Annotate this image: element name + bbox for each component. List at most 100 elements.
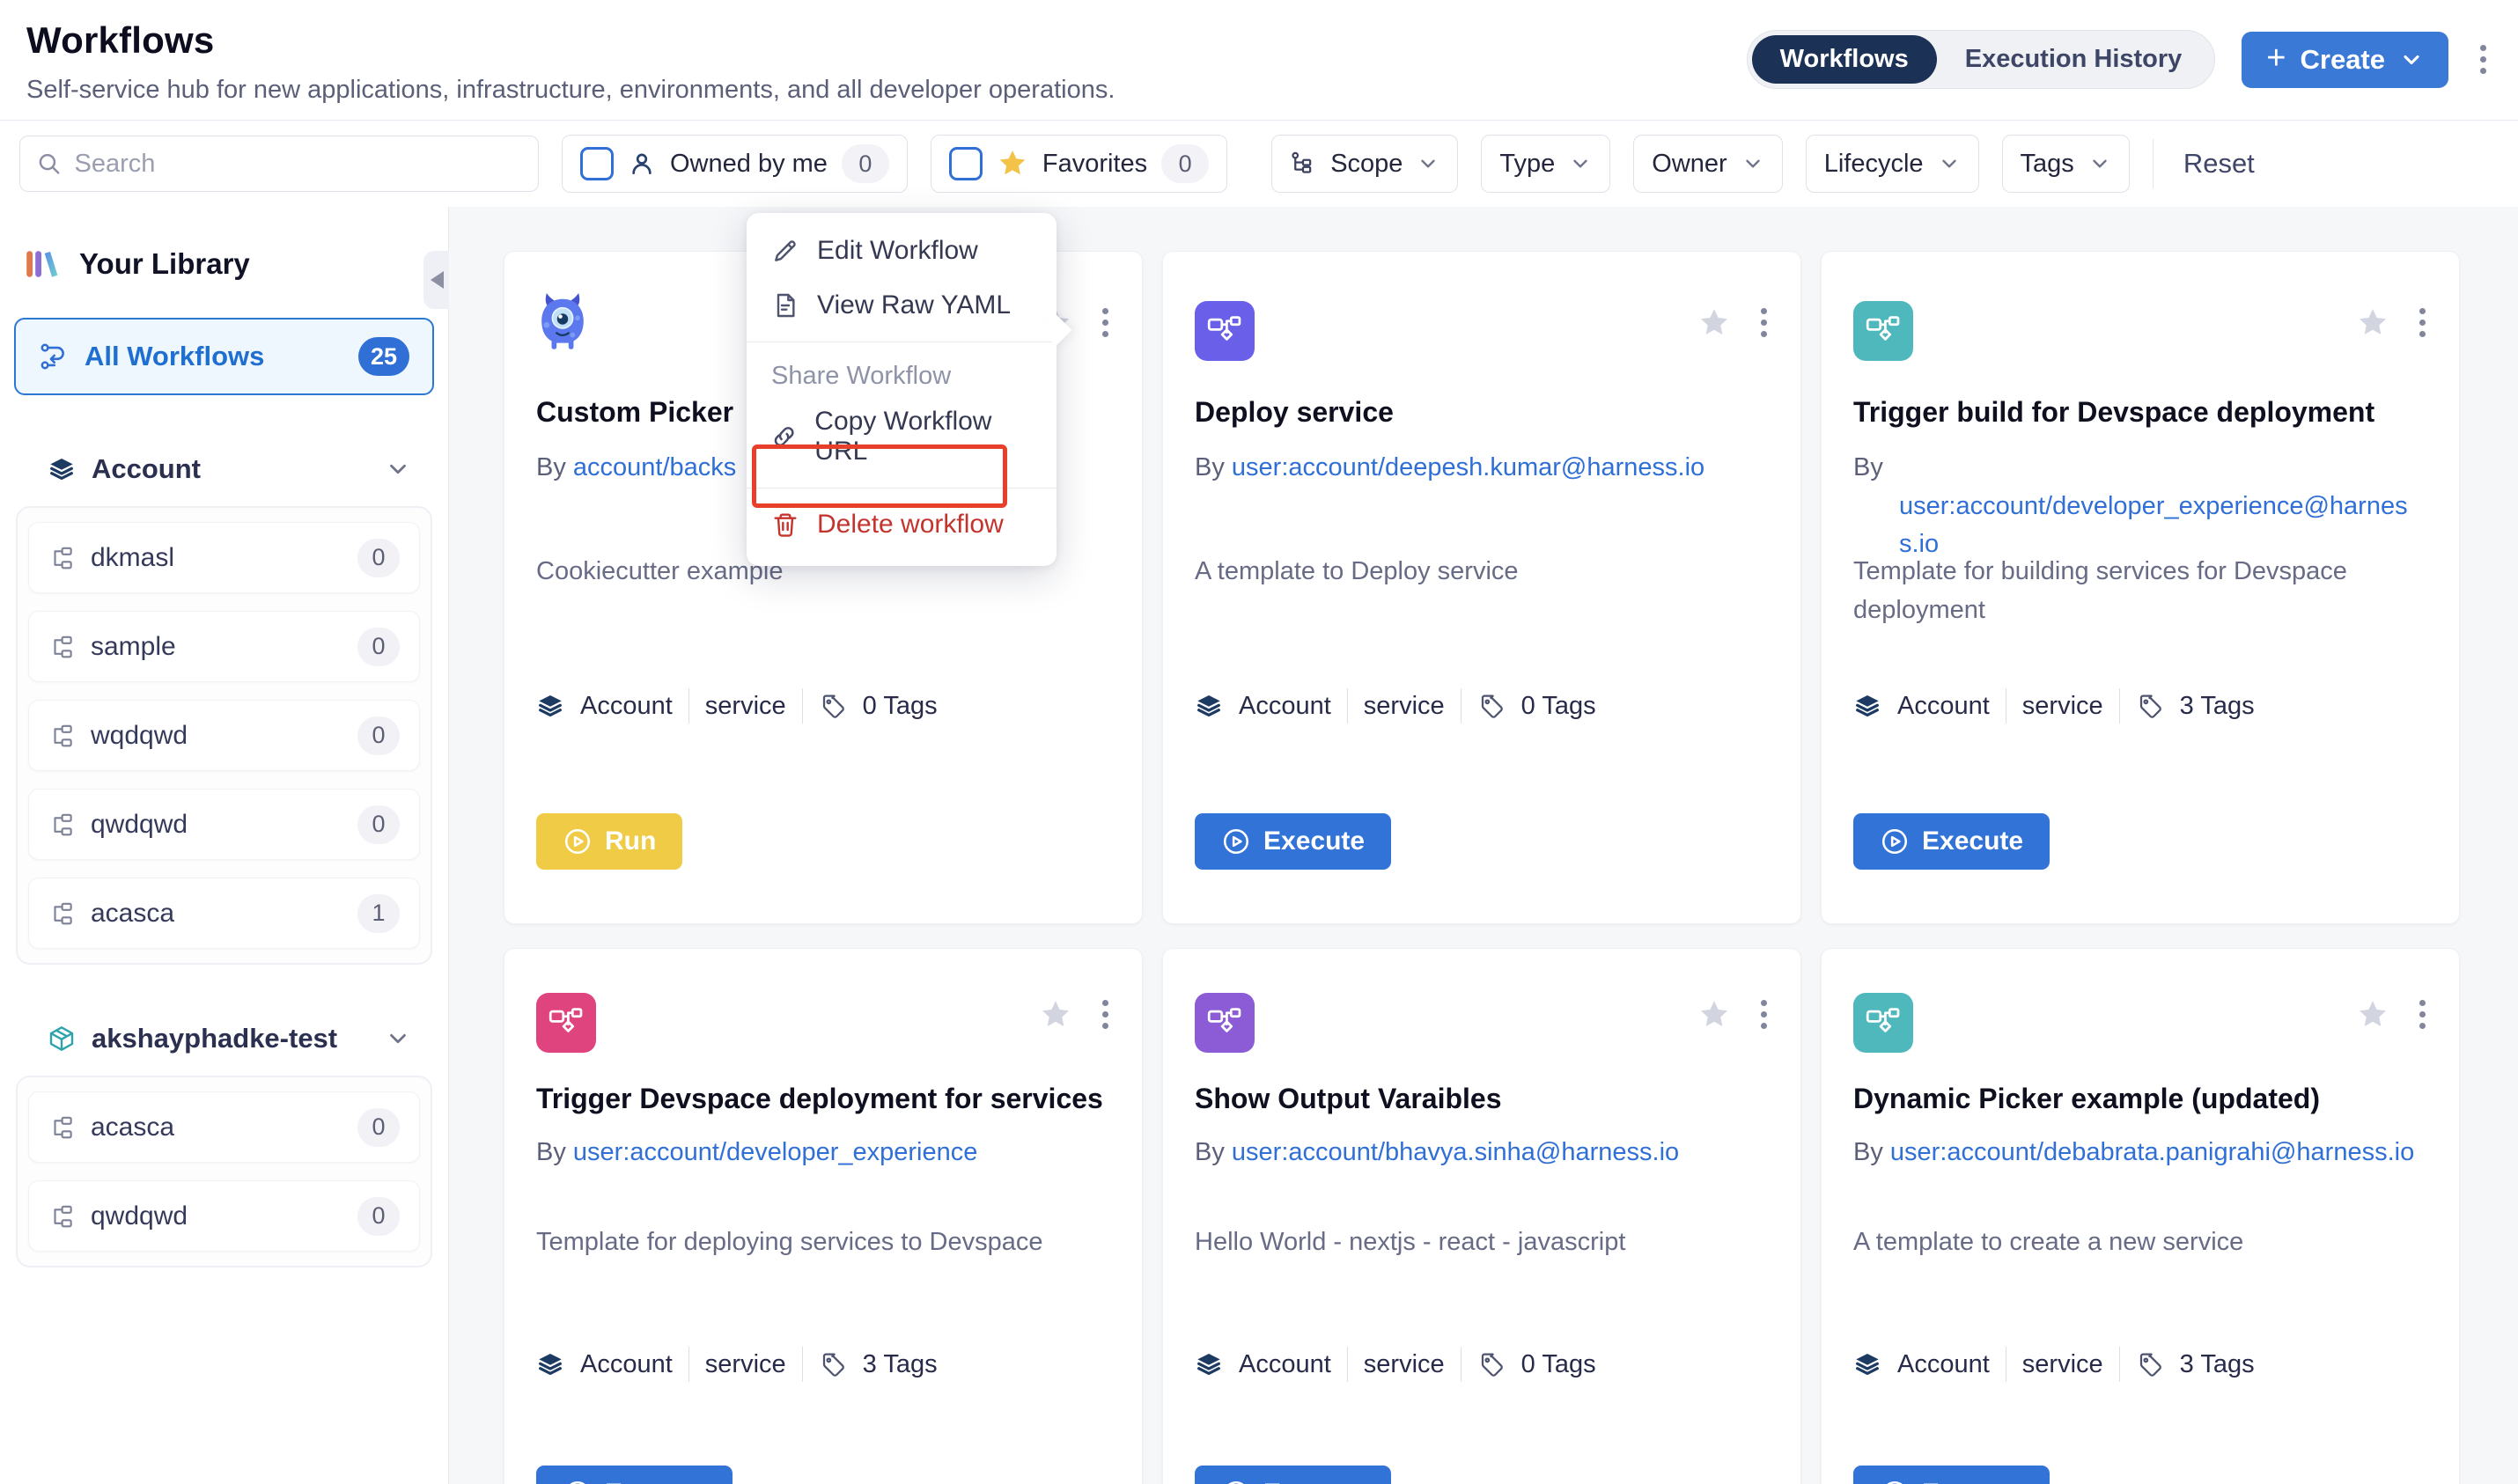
search-input[interactable] [74,150,522,179]
filter-bar: Owned by me 0 Favorites 0 Scope Type Own… [0,121,2518,207]
sidebar-item-count: 0 [357,716,400,755]
workflow-tile-icon [1195,301,1255,361]
scope-value: Account [1897,1350,1990,1379]
link-icon [771,422,797,451]
sidebar-group-items: dkmasl 0 sample 0 wqdqwd 0 qwdqwd 0 acas… [16,506,432,965]
card-kebab-icon[interactable] [1097,303,1114,342]
scope-value: Account [1897,692,1990,721]
sidebar-item-count: 0 [357,1108,400,1147]
favorites-filter[interactable]: Favorites 0 [931,135,1227,193]
sidebar-item-acasca[interactable]: acasca 1 [28,878,420,949]
owned-by-me-filter[interactable]: Owned by me 0 [562,135,908,193]
workflow-card: Trigger build for Devspace deployment By… [1821,251,2460,924]
workflow-card: Deploy service By user:account/deepesh.k… [1162,251,1801,924]
menu-item-delete-workflow[interactable]: Delete workflow [747,497,1057,552]
chevron-down-icon [1741,152,1764,175]
workflow-tile-icon [536,993,596,1053]
type-value: service [2022,1350,2103,1379]
sidebar-item-count: 1 [357,894,400,933]
flow-item-icon [48,812,75,838]
favorite-star-icon[interactable] [1039,998,1072,1032]
menu-item-edit-workflow[interactable]: Edit Workflow [747,224,1057,278]
card-action-label: Execute [1263,1479,1365,1484]
menu-item-copy-workflow-url[interactable]: Copy Workflow URL [747,394,1057,479]
card-kebab-icon[interactable] [2414,303,2431,342]
menu-item-view-raw-yaml[interactable]: View Raw YAML [747,278,1057,333]
sidebar-item-count: 0 [357,539,400,577]
author-link[interactable]: user:account/debabrata.panigrahi@harness… [1890,1138,2414,1166]
execute-button[interactable]: Execute [1195,1466,1391,1484]
favorite-star-icon[interactable] [2356,998,2389,1032]
sidebar-group-akshayphadke-test[interactable]: akshayphadke-test [0,1014,448,1063]
sidebar-item-acasca[interactable]: acasca 0 [28,1091,420,1163]
scope-value: Account [1239,692,1331,721]
tags-dropdown[interactable]: Tags [2002,135,2130,193]
tag-icon [819,1350,847,1378]
scope-value: Account [1239,1350,1331,1379]
header-kebab-icon[interactable] [2475,40,2492,79]
type-label: Type [1499,150,1555,179]
create-button[interactable]: + Create [2242,32,2448,88]
sidebar-collapse-button[interactable] [423,251,450,309]
card-kebab-icon[interactable] [2414,995,2431,1034]
author-link[interactable]: account/backs [573,453,736,481]
tags-value: 3 Tags [2180,1350,2255,1379]
all-workflows-label: All Workflows [85,341,342,372]
sidebar-item-sample[interactable]: sample 0 [28,611,420,682]
tab-workflows[interactable]: Workflows [1752,35,1937,84]
sidebar-item-wqdqwd[interactable]: wqdqwd 0 [28,700,420,771]
header-actions: Workflows Execution History + Create [1747,30,2492,89]
scope-dropdown[interactable]: Scope [1271,135,1458,193]
reset-button[interactable]: Reset [2176,148,2262,180]
sidebar-item-dkmasl[interactable]: dkmasl 0 [28,522,420,593]
collapse-arrow-icon [431,271,444,289]
type-dropdown[interactable]: Type [1481,135,1610,193]
tag-icon [819,692,847,720]
sidebar-item-count: 0 [357,628,400,666]
card-kebab-icon[interactable] [1756,303,1772,342]
search-box[interactable] [19,136,539,192]
lifecycle-dropdown[interactable]: Lifecycle [1806,135,1979,193]
tab-execution-history[interactable]: Execution History [1937,35,2211,84]
favorite-star-icon[interactable] [1697,306,1731,340]
author-link[interactable]: user:account/developer_experience [573,1138,977,1166]
execute-button[interactable]: Execute [1853,813,2050,870]
workflow-description: Template for building services for Devsp… [1853,553,2427,629]
content: Your Library All Workflows 25 Account dk… [0,207,2518,1484]
sidebar-item-qwdqwd[interactable]: qwdqwd 0 [28,1180,420,1252]
play-icon [1880,826,1910,856]
owner-dropdown[interactable]: Owner [1633,135,1782,193]
chevron-down-icon [1938,152,1961,175]
tag-icon [1477,1350,1506,1378]
card-kebab-icon[interactable] [1097,995,1114,1034]
owned-by-me-checkbox[interactable] [580,147,614,180]
sidebar-item-all-workflows[interactable]: All Workflows 25 [14,318,434,395]
trash-icon [771,511,799,539]
workflow-meta: Account service 0 Tags [1195,688,1596,724]
execute-button[interactable]: Execute [536,1466,733,1484]
favorite-star-icon[interactable] [1697,998,1731,1032]
card-kebab-icon[interactable] [1756,995,1772,1034]
workflow-meta: Account service 3 Tags [536,1347,938,1382]
favorite-star-icon[interactable] [2356,306,2389,340]
execute-button[interactable]: Execute [1195,813,1391,870]
card-action-label: Execute [1263,826,1365,856]
workflow-meta: Account service 3 Tags [1853,688,2255,724]
cube-icon [48,1025,76,1053]
owner-label: Owner [1652,150,1727,179]
author-link[interactable]: user:account/developer_experience@harnes… [1899,492,2408,559]
sidebar-group-Account[interactable]: Account [0,444,448,494]
author-link[interactable]: user:account/deepesh.kumar@harness.io [1232,453,1704,481]
document-icon [771,291,799,320]
execute-button[interactable]: Execute [1853,1466,2050,1484]
favorites-checkbox[interactable] [949,147,983,180]
author-link[interactable]: user:account/bhavya.sinha@harness.io [1232,1138,1679,1166]
layers-icon [1195,1350,1223,1378]
menu-item-label: Edit Workflow [817,236,978,266]
search-icon [36,150,62,178]
layers-icon [536,1350,564,1378]
flow-item-icon [48,723,75,749]
play-icon [563,1479,593,1484]
run-button[interactable]: Run [536,813,682,870]
sidebar-item-qwdqwd[interactable]: qwdqwd 0 [28,789,420,860]
